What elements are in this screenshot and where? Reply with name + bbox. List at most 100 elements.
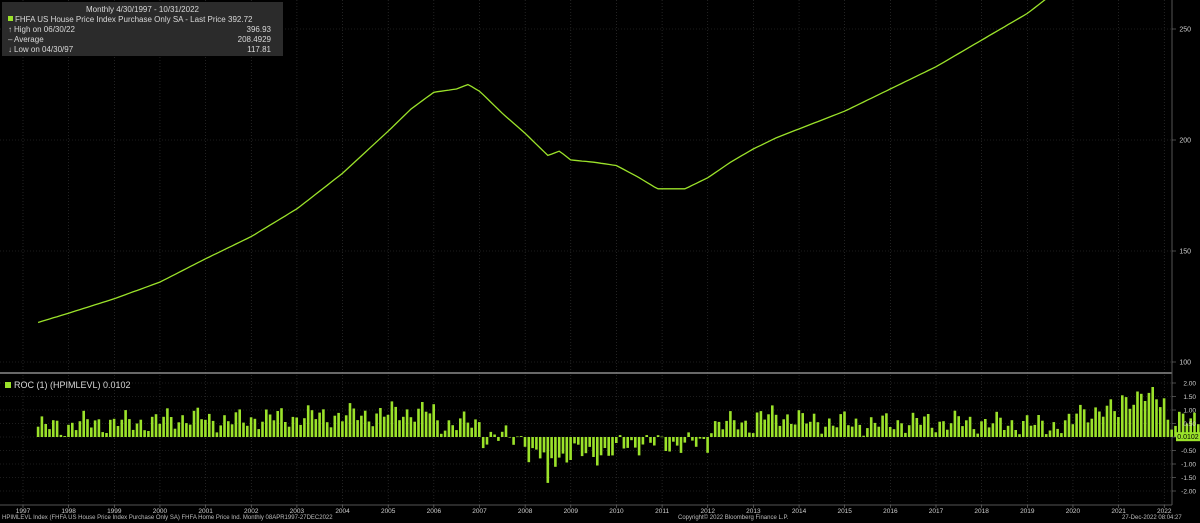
roc-bar [588,437,591,447]
roc-bar [188,424,192,437]
roc-bar [1060,433,1063,437]
roc-bar [812,413,816,437]
roc-bar [546,437,550,483]
roc-bar [1033,424,1037,437]
roc-bar [809,421,812,437]
roc-bar [687,432,690,437]
roc-bar [968,416,972,437]
roc-bar [409,417,413,437]
roc-bar [1151,387,1154,437]
roc-bar [230,424,234,437]
roc-bar [1071,424,1075,437]
roc-bar [710,433,713,437]
roc-bar [702,437,706,439]
roc-bar [938,421,941,437]
year-tick-label: 2015 [837,508,852,515]
year-tick-label: 2016 [883,508,898,515]
roc-bar [1136,391,1139,437]
legend-high-label: High on 06/30/22 [14,25,75,34]
year-tick-label: 2014 [792,508,807,515]
year-tick-label: 2021 [1111,508,1126,515]
roc-bar [375,413,378,437]
roc-bar [721,429,725,437]
roc-bar [200,419,203,437]
roc-bar [767,414,770,437]
roc-bar [892,429,896,437]
roc-bar [542,437,546,453]
price-tick-label: 250 [1179,27,1191,34]
roc-bar [656,435,660,437]
roc-tick-label: 2.00 [1183,381,1196,388]
roc-bar [926,414,930,437]
roc-bar [706,437,709,453]
roc-bar [379,408,382,437]
roc-bar [980,421,983,437]
roc-bar [634,437,637,448]
roc-bar [82,410,85,437]
roc-bar [873,422,877,437]
roc-bar [314,419,318,437]
roc-bar [691,437,694,441]
roc-bar [904,432,907,437]
roc-bar [618,435,622,437]
roc-bar [295,417,298,437]
legend-box: Monthly 4/30/1997 - 10/31/2022 FHFA US H… [2,2,283,56]
roc-bar [246,425,249,437]
roc-bar [713,421,717,437]
roc-bar [451,425,454,437]
roc-bar [751,433,755,437]
roc-bar [660,436,664,438]
legend-series-label: FHFA US House Price Index Purchase Only … [15,15,226,24]
roc-bar [105,433,108,437]
roc-bar [249,417,253,437]
roc-bar [592,437,595,457]
roc-bar [386,414,390,437]
roc-bar [116,426,120,437]
legend-series-row: FHFA US House Price Index Purchase Only … [2,15,283,25]
roc-bar [1113,411,1116,437]
roc-bar [306,405,310,437]
roc-bar [1170,429,1173,437]
roc-bar [440,433,443,437]
roc-bar [40,416,44,437]
legend-average-label: Average [14,35,44,44]
roc-bar [417,408,420,437]
roc-bar [337,412,340,437]
roc-bar [748,432,751,437]
roc-bar [961,426,964,437]
roc-bar [759,411,763,437]
price-tick-label: 100 [1179,360,1191,367]
roc-bar [835,427,839,437]
roc-bar [432,404,435,437]
roc-bar [474,419,477,437]
roc-bar [329,427,333,437]
roc-bar [854,418,858,437]
roc-bar [1132,404,1135,437]
roc-bar [919,424,922,437]
roc-bar [816,422,820,437]
year-tick-label: 2009 [564,508,579,515]
roc-bar [1018,434,1021,437]
roc-bar [147,431,150,437]
roc-bar [215,432,219,437]
roc-bar [907,425,911,437]
footer-timestamp: 27-Dec-2022 08:04:27 [1122,515,1182,521]
roc-bar [1037,415,1040,437]
roc-bar [238,409,241,437]
roc-bar [626,437,629,448]
roc-bar [1143,401,1147,437]
roc-bar [405,409,409,437]
roc-bar [885,413,888,437]
roc-bar [805,423,808,437]
chart-canvas: 100150200250300350400 2.001.501.000.50-0… [0,0,1200,515]
roc-bar [204,419,207,437]
roc-bar [1128,408,1132,437]
roc-bar [535,437,538,450]
roc-bar [443,430,447,437]
roc-bar [786,414,789,437]
year-tick-label: 2008 [518,508,533,515]
roc-bar [1117,417,1120,437]
footer-copyright: Copyright© 2022 Bloomberg Finance L.P. [678,515,789,521]
roc-bar [135,423,139,437]
roc-bar [740,422,744,437]
